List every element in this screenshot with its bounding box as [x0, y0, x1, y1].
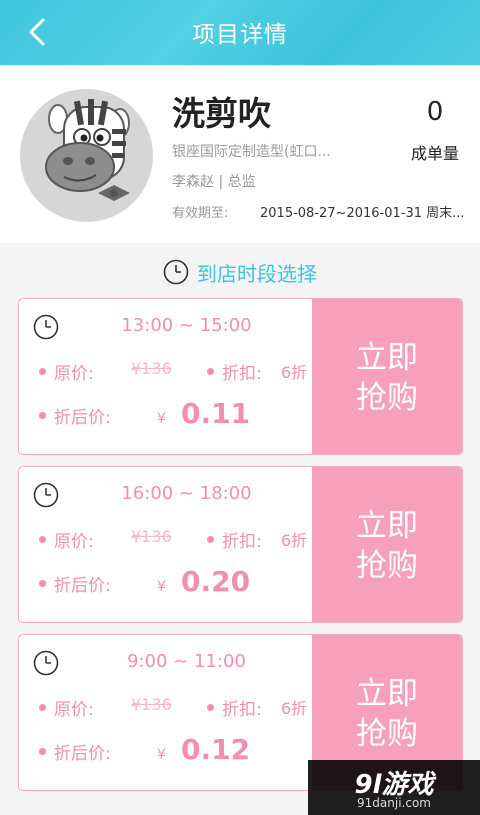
slot-time: 16:00 ~ 18:00: [121, 483, 252, 504]
yen-symbol: ¥: [157, 747, 166, 763]
original-price-label: 原价:: [39, 527, 94, 552]
final-price-label: 折后价:: [39, 571, 111, 596]
buy-now-button[interactable]: 立即 抢购: [312, 299, 462, 454]
buy-line2: 抢购: [356, 547, 418, 584]
original-label-text: 原价:: [54, 364, 94, 384]
final-price-label: 折后价:: [39, 403, 111, 428]
discount-label: 折扣:: [207, 695, 262, 720]
discount-label-text: 折扣:: [222, 364, 262, 384]
header-bar: 项目详情: [0, 0, 480, 65]
sales-count-label: 成单量: [410, 144, 459, 163]
original-price-label: 原价:: [39, 695, 94, 720]
final-price-value: 0.20: [181, 565, 251, 598]
buy-line2: 抢购: [356, 715, 418, 752]
buy-line1: 立即: [356, 507, 418, 544]
discount-value: 6折: [281, 531, 308, 550]
discount-label: 折扣:: [207, 527, 262, 552]
final-label-text: 折后价:: [54, 576, 111, 596]
shop-info-panel: 洗剪吹 银座国际定制造型(虹口... 李森赵 | 总监 有效期至: 2015-0…: [0, 65, 480, 243]
sales-count: 0: [426, 97, 444, 127]
final-label-text: 折后价:: [54, 744, 111, 764]
original-label-text: 原价:: [54, 532, 94, 552]
valid-period-value: 2015-08-27~2016-01-31 周末...: [260, 206, 465, 221]
buy-now-button[interactable]: 立即 抢购: [312, 467, 462, 622]
final-price-label: 折后价:: [39, 739, 111, 764]
original-price-value: ¥136: [131, 359, 172, 378]
final-label-text: 折后价:: [54, 408, 111, 428]
clock-icon: [163, 259, 189, 285]
bullet-dot: [207, 704, 214, 711]
time-slot-card: 13:00 ~ 15:00 原价: ¥136 折扣: 6折 折后价: ¥ 0.1…: [18, 298, 463, 455]
discount-value: 6折: [281, 363, 308, 382]
final-price-value: 0.12: [181, 733, 251, 766]
original-label-text: 原价:: [54, 700, 94, 720]
bullet-dot: [39, 580, 46, 587]
clock-icon: [33, 650, 59, 676]
discount-label-text: 折扣:: [222, 700, 262, 720]
shop-staff: 李森赵 | 总监: [172, 174, 256, 190]
original-price-value: ¥136: [131, 695, 172, 714]
bullet-dot: [207, 368, 214, 375]
shop-address: 银座国际定制造型(虹口...: [172, 144, 331, 160]
page-title: 项目详情: [192, 22, 288, 48]
slot-time: 13:00 ~ 15:00: [121, 315, 252, 336]
zebra-avatar: [20, 89, 153, 222]
discount-label: 折扣:: [207, 359, 262, 384]
discount-label-text: 折扣:: [222, 532, 262, 552]
clock-icon: [33, 482, 59, 508]
bullet-dot: [39, 536, 46, 543]
site-watermark: 9l游戏 91danji.com: [308, 760, 480, 815]
slot-time: 9:00 ~ 11:00: [127, 651, 246, 672]
bullet-dot: [207, 536, 214, 543]
clock-icon: [33, 314, 59, 340]
time-slot-card: 16:00 ~ 18:00 原价: ¥136 折扣: 6折 折后价: ¥ 0.2…: [18, 466, 463, 623]
zebra-icon: [20, 89, 152, 221]
buy-line2: 抢购: [356, 379, 418, 416]
shop-name: 洗剪吹: [172, 94, 271, 133]
buy-line1: 立即: [356, 339, 418, 376]
watermark-url: 91danji.com: [357, 796, 431, 810]
yen-symbol: ¥: [157, 579, 166, 595]
bullet-dot: [39, 368, 46, 375]
valid-period-label: 有效期至:: [172, 206, 229, 221]
bullet-dot: [39, 748, 46, 755]
section-title-text: 到店时段选择: [197, 261, 317, 286]
bullet-dot: [39, 412, 46, 419]
original-price-label: 原价:: [39, 359, 94, 384]
bullet-dot: [39, 704, 46, 711]
buy-line1: 立即: [356, 675, 418, 712]
original-price-value: ¥136: [131, 527, 172, 546]
discount-value: 6折: [281, 699, 308, 718]
final-price-value: 0.11: [181, 397, 251, 430]
time-slot-section-title: 到店时段选择: [0, 257, 480, 287]
yen-symbol: ¥: [157, 411, 166, 427]
